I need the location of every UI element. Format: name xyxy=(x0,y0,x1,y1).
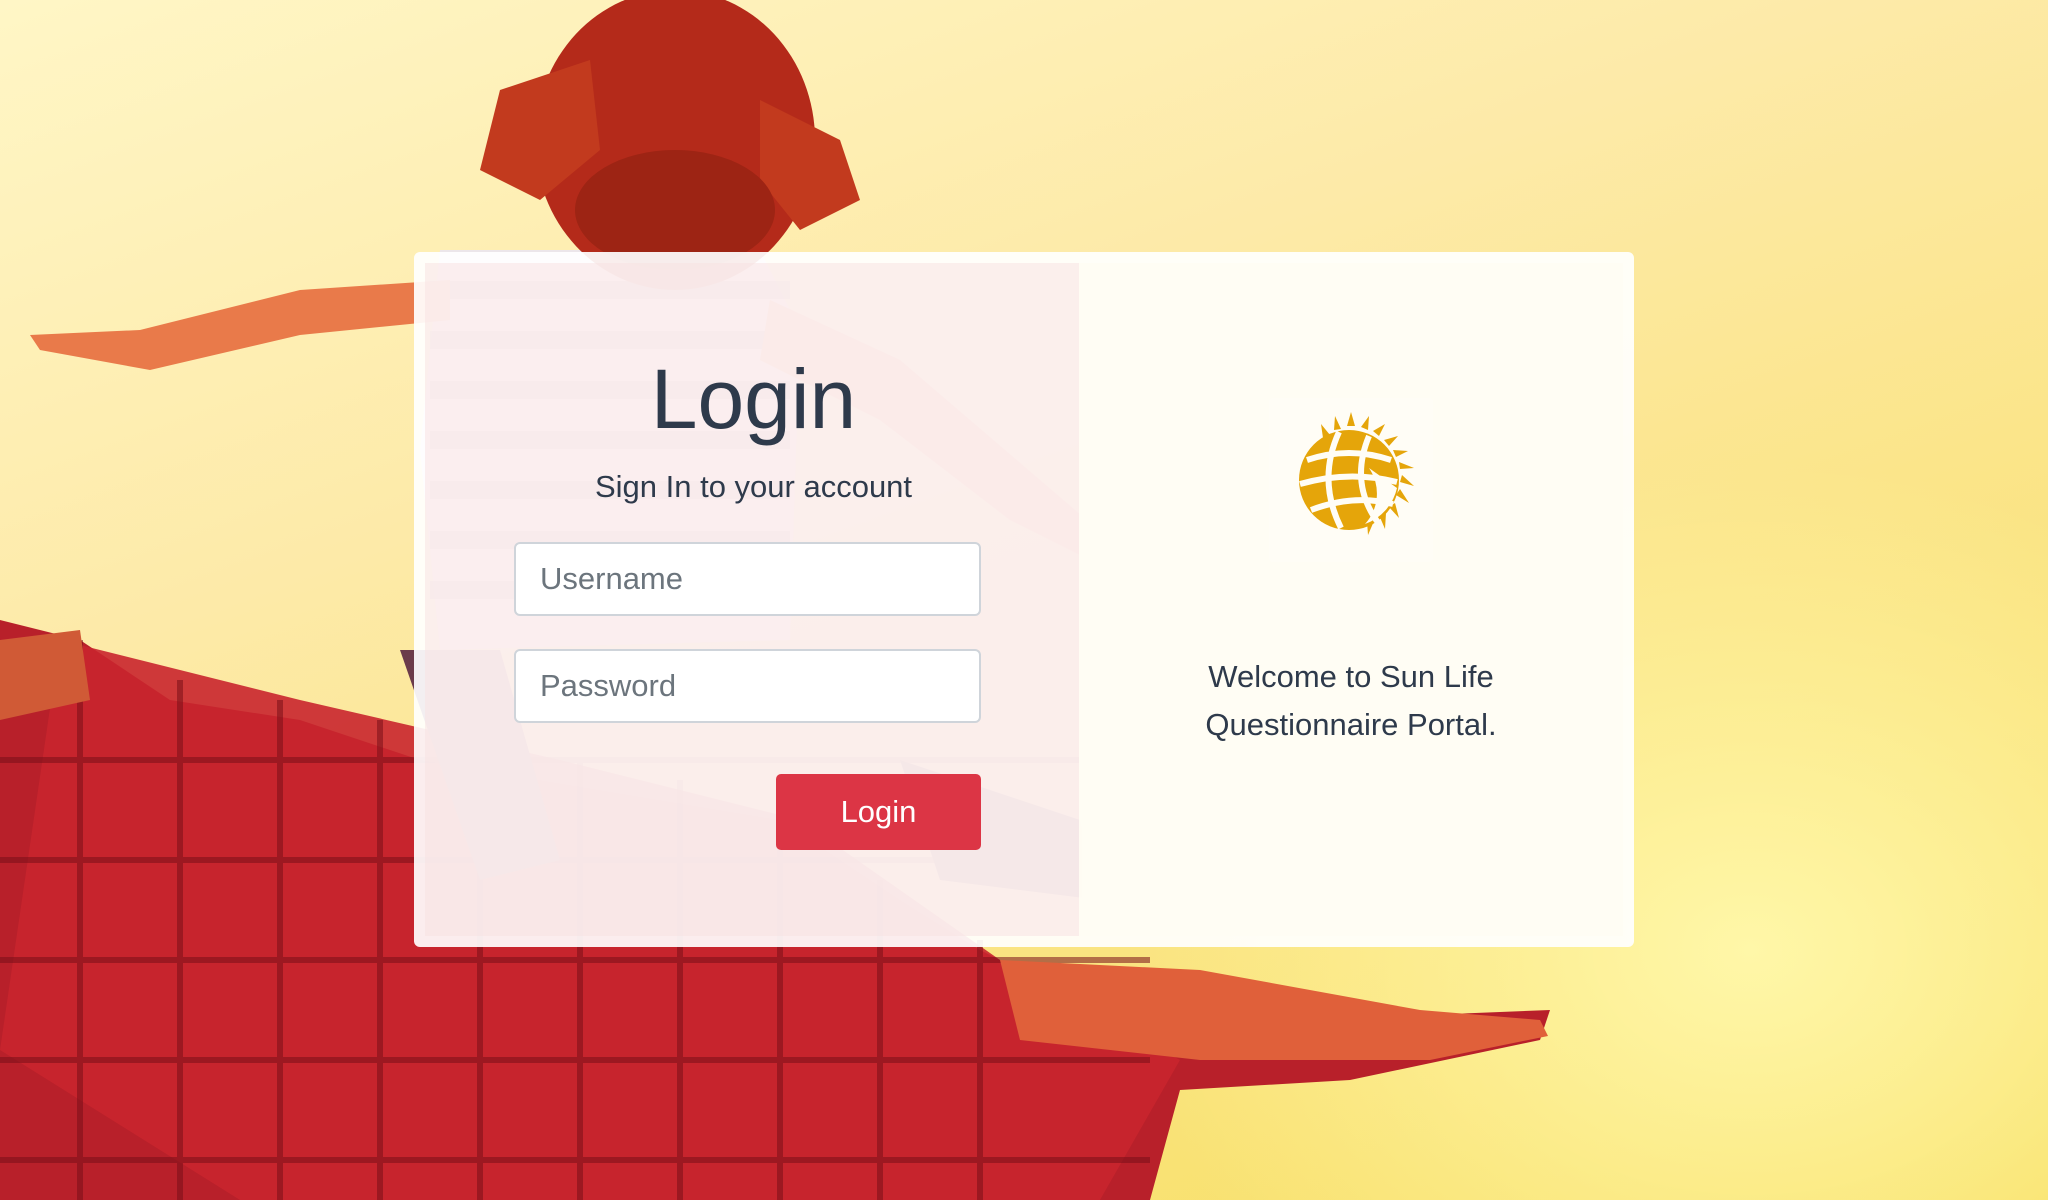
login-panel: Login Sign In to your account Login xyxy=(425,263,1082,936)
login-subtitle: Sign In to your account xyxy=(594,469,913,504)
login-card: Login Sign In to your account Login xyxy=(414,252,1634,947)
welcome-line-2: Questionnaire Portal. xyxy=(1205,707,1497,742)
welcome-panel: Welcome to Sun Life Questionnaire Portal… xyxy=(1079,263,1623,936)
logo xyxy=(1269,398,1433,562)
sun-life-logo-icon xyxy=(1299,412,1414,535)
welcome-line-1: Welcome to Sun Life xyxy=(1208,659,1494,694)
username-input[interactable] xyxy=(514,542,981,616)
login-button[interactable]: Login xyxy=(776,774,981,850)
password-input[interactable] xyxy=(514,649,981,723)
page-title: Login xyxy=(650,352,857,446)
welcome-message: Welcome to Sun Life Questionnaire Portal… xyxy=(1079,653,1623,749)
